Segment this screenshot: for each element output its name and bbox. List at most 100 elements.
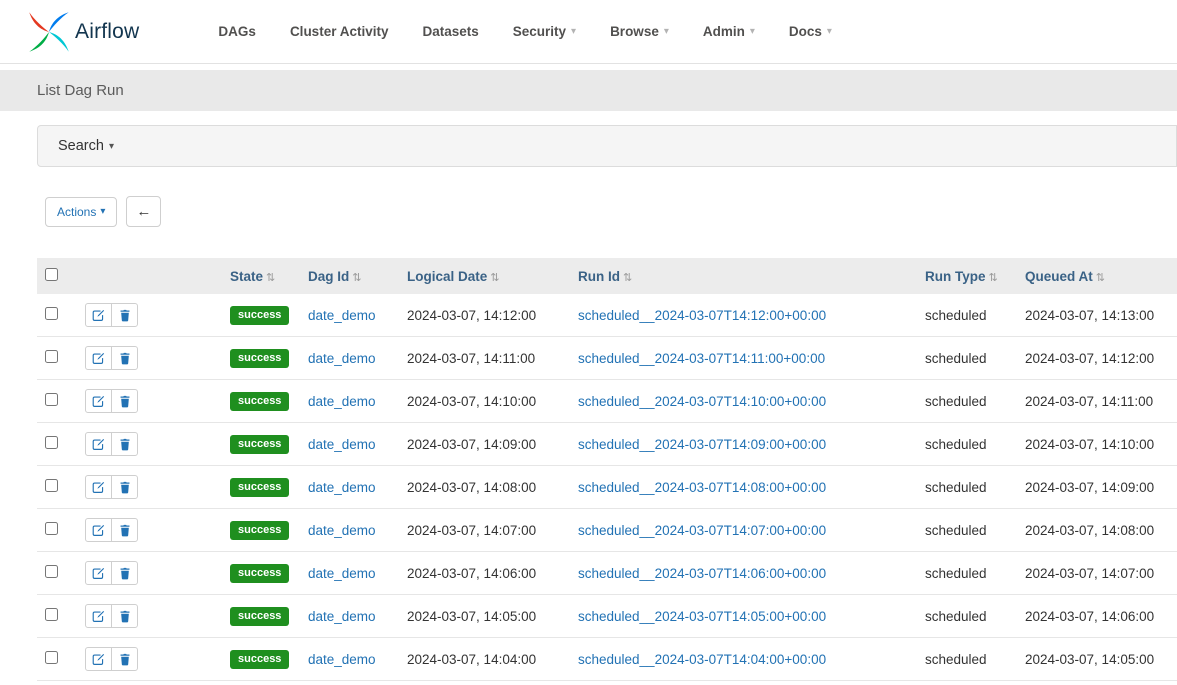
edit-record-button[interactable] xyxy=(85,303,112,327)
row-checkbox[interactable] xyxy=(45,608,58,621)
row-actions-cell xyxy=(77,423,222,466)
run-id-link[interactable]: scheduled__2024-03-07T14:11:00+00:00 xyxy=(578,351,825,366)
nav-item-security[interactable]: Security▾ xyxy=(496,14,593,49)
dag-id-link[interactable]: date_demo xyxy=(308,394,376,409)
dag-id-link[interactable]: date_demo xyxy=(308,437,376,452)
dag-id-link[interactable]: date_demo xyxy=(308,480,376,495)
queued-at-cell: 2024-03-07, 14:09:00 xyxy=(1017,466,1177,509)
column-header-run-id[interactable]: Run Id⇅ xyxy=(570,258,917,294)
queued-at-cell: 2024-03-07, 14:12:00 xyxy=(1017,337,1177,380)
table-row: success date_demo 2024-03-07, 14:08:00 s… xyxy=(37,466,1177,509)
logical-date-cell: 2024-03-07, 14:09:00 xyxy=(399,423,570,466)
search-panel-toggle[interactable]: Search ▾ xyxy=(37,125,1177,167)
row-actions-cell xyxy=(77,638,222,681)
delete-record-button[interactable] xyxy=(111,475,138,499)
column-label: State xyxy=(230,269,263,284)
trash-icon xyxy=(119,567,131,580)
nav-item-datasets[interactable]: Datasets xyxy=(405,14,495,49)
chevron-down-icon: ▾ xyxy=(750,26,755,37)
column-header-run-type[interactable]: Run Type⇅ xyxy=(917,258,1017,294)
nav-item-dags[interactable]: DAGs xyxy=(201,14,273,49)
run-id-cell: scheduled__2024-03-07T14:10:00+00:00 xyxy=(570,380,917,423)
run-id-link[interactable]: scheduled__2024-03-07T14:09:00+00:00 xyxy=(578,437,826,452)
edit-record-button[interactable] xyxy=(85,389,112,413)
edit-icon xyxy=(92,395,105,408)
row-checkbox[interactable] xyxy=(45,651,58,664)
run-id-link[interactable]: scheduled__2024-03-07T14:06:00+00:00 xyxy=(578,566,826,581)
delete-record-button[interactable] xyxy=(111,389,138,413)
row-actions-cell xyxy=(77,681,222,685)
nav-item-browse[interactable]: Browse▾ xyxy=(593,14,686,49)
nav-item-cluster-activity[interactable]: Cluster Activity xyxy=(273,14,406,49)
row-checkbox[interactable] xyxy=(45,307,58,320)
row-checkbox[interactable] xyxy=(45,479,58,492)
delete-record-button[interactable] xyxy=(111,604,138,628)
run-id-link[interactable]: scheduled__2024-03-07T14:08:00+00:00 xyxy=(578,480,826,495)
sort-icon[interactable]: ⇅ xyxy=(266,272,275,284)
delete-record-button[interactable] xyxy=(111,518,138,542)
dag-id-link[interactable]: date_demo xyxy=(308,566,376,581)
table-row: success date_demo 2024-03-07, 14:10:00 s… xyxy=(37,380,1177,423)
delete-record-button[interactable] xyxy=(111,346,138,370)
run-id-link[interactable]: scheduled__2024-03-07T14:05:00+00:00 xyxy=(578,609,826,624)
edit-record-button[interactable] xyxy=(85,432,112,456)
delete-record-button[interactable] xyxy=(111,561,138,585)
row-actions-cell xyxy=(77,552,222,595)
run-id-link[interactable]: scheduled__2024-03-07T14:10:00+00:00 xyxy=(578,394,826,409)
sort-icon[interactable]: ⇅ xyxy=(989,272,998,284)
edit-record-button[interactable] xyxy=(85,647,112,671)
row-checkbox[interactable] xyxy=(45,565,58,578)
sort-icon[interactable]: ⇅ xyxy=(490,272,499,284)
nav-item-admin[interactable]: Admin▾ xyxy=(686,14,772,49)
run-type-cell: scheduled xyxy=(917,509,1017,552)
edit-icon xyxy=(92,524,105,537)
row-checkbox[interactable] xyxy=(45,436,58,449)
run-id-cell: scheduled__2024-03-07T14:05:00+00:00 xyxy=(570,595,917,638)
back-button[interactable]: ← xyxy=(126,196,161,227)
edit-record-button[interactable] xyxy=(85,604,112,628)
row-checkbox[interactable] xyxy=(45,350,58,363)
delete-record-button[interactable] xyxy=(111,432,138,456)
airflow-brand[interactable]: Airflow xyxy=(28,11,139,53)
row-checkbox[interactable] xyxy=(45,393,58,406)
run-id-cell: scheduled__2024-03-07T14:12:00+00:00 xyxy=(570,294,917,337)
column-header-state[interactable]: State⇅ xyxy=(222,258,300,294)
queued-at-cell: 2024-03-07, 14:08:00 xyxy=(1017,509,1177,552)
edit-record-button[interactable] xyxy=(85,346,112,370)
edit-record-button[interactable] xyxy=(85,518,112,542)
run-type-cell: scheduled xyxy=(917,294,1017,337)
dag-id-link[interactable]: date_demo xyxy=(308,523,376,538)
row-select-cell xyxy=(37,380,77,423)
nav-label: Cluster Activity xyxy=(290,24,389,39)
table-row: success date_demo 2024-03-07, 14:03:00 s… xyxy=(37,681,1177,685)
delete-record-button[interactable] xyxy=(111,303,138,327)
dag-id-link[interactable]: date_demo xyxy=(308,609,376,624)
dag-id-link[interactable]: date_demo xyxy=(308,308,376,323)
select-all-checkbox[interactable] xyxy=(45,268,58,281)
row-actions-cell xyxy=(77,294,222,337)
queued-at-cell: 2024-03-07, 14:07:00 xyxy=(1017,552,1177,595)
run-id-link[interactable]: scheduled__2024-03-07T14:04:00+00:00 xyxy=(578,652,826,667)
run-id-link[interactable]: scheduled__2024-03-07T14:12:00+00:00 xyxy=(578,308,826,323)
edit-record-button[interactable] xyxy=(85,475,112,499)
column-header-logical-date[interactable]: Logical Date⇅ xyxy=(399,258,570,294)
sort-icon[interactable]: ⇅ xyxy=(1096,272,1105,284)
sort-icon[interactable]: ⇅ xyxy=(352,272,361,284)
sort-icon[interactable]: ⇅ xyxy=(623,272,632,284)
column-header-queued-at[interactable]: Queued At⇅ xyxy=(1017,258,1177,294)
run-id-cell: scheduled__2024-03-07T14:08:00+00:00 xyxy=(570,466,917,509)
state-badge: success xyxy=(230,435,289,454)
column-header-dag-id[interactable]: Dag Id⇅ xyxy=(300,258,399,294)
run-type-cell: scheduled xyxy=(917,337,1017,380)
dag-id-link[interactable]: date_demo xyxy=(308,351,376,366)
nav-item-docs[interactable]: Docs▾ xyxy=(772,14,849,49)
dag-id-cell: date_demo xyxy=(300,681,399,685)
delete-record-button[interactable] xyxy=(111,647,138,671)
row-checkbox[interactable] xyxy=(45,522,58,535)
run-id-link[interactable]: scheduled__2024-03-07T14:07:00+00:00 xyxy=(578,523,826,538)
dag-id-link[interactable]: date_demo xyxy=(308,652,376,667)
edit-record-button[interactable] xyxy=(85,561,112,585)
queued-at-cell: 2024-03-07, 14:05:00 xyxy=(1017,638,1177,681)
actions-dropdown-button[interactable]: Actions ▾ xyxy=(45,197,117,227)
search-label: Search xyxy=(58,138,104,154)
